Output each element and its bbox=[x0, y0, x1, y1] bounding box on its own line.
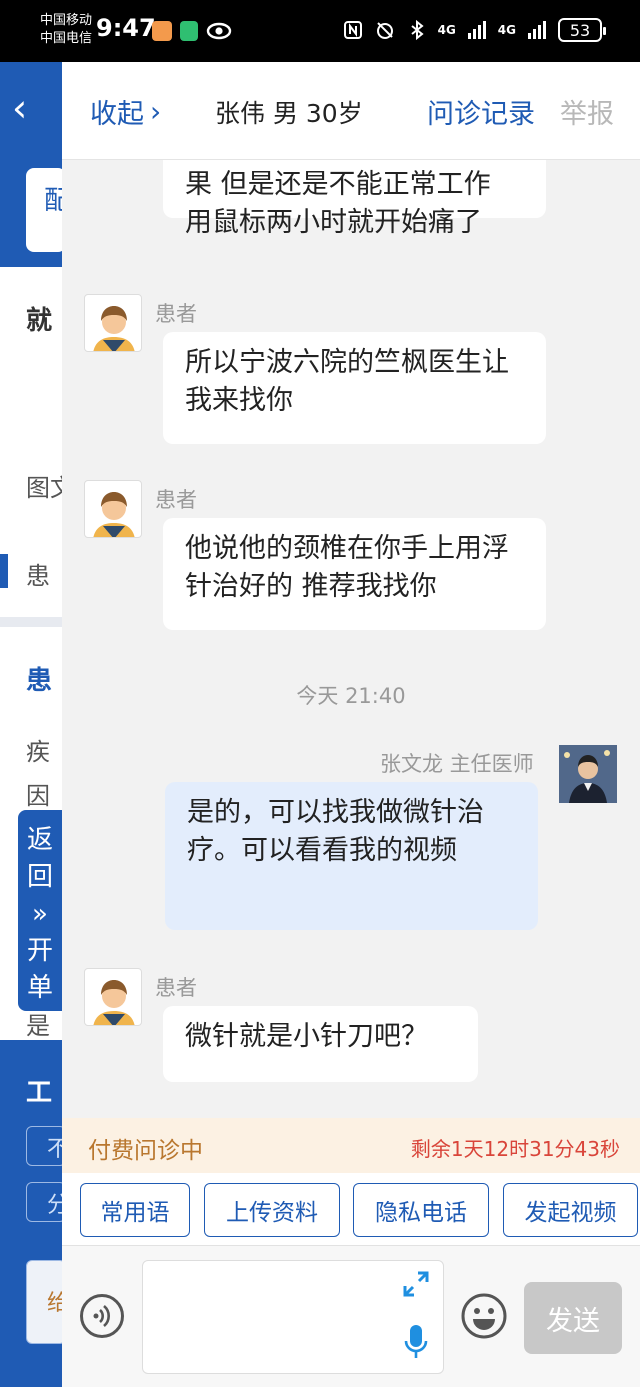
remaining-time: 剩余1天12时31分43秒 bbox=[410, 1137, 620, 1161]
status-icons: 4G 4G 53 bbox=[342, 18, 606, 42]
battery-indicator: 53 bbox=[558, 18, 606, 42]
timer-app-icon bbox=[180, 21, 198, 41]
quick-actions-bar: 常用语 上传资料 隐私电话 发起视频 bbox=[62, 1173, 640, 1245]
nfc-icon bbox=[343, 21, 362, 39]
eye-icon bbox=[206, 22, 232, 40]
float-char-4: 开 bbox=[26, 936, 53, 966]
message-3-text: 他说他的颈椎在你手上用浮针治好的 推荐我找你 bbox=[185, 533, 509, 602]
background-row-4: 疾 bbox=[26, 738, 50, 766]
expand-icon[interactable] bbox=[401, 1269, 431, 1299]
background-button-2[interactable]: 分 bbox=[26, 1182, 69, 1222]
message-5-sender: 患者 bbox=[155, 976, 197, 1000]
collapse-button[interactable]: 收起 › bbox=[90, 92, 161, 131]
emoji-icon[interactable] bbox=[460, 1292, 508, 1340]
background-card-2: 给 bbox=[26, 1260, 69, 1344]
carrier-labels: 中国移动 中国电信 bbox=[40, 12, 92, 48]
carrier-1: 中国移动 bbox=[40, 13, 93, 28]
message-2-sender: 患者 bbox=[155, 302, 197, 326]
message-list[interactable]: 果 但是还是不能正常工作 用鼠标两小时就开始痛了 患者 所以宁波六院的竺枫医生让… bbox=[62, 160, 640, 1118]
composer-bar: 发送 bbox=[62, 1245, 640, 1387]
patient-avatar[interactable] bbox=[84, 968, 142, 1026]
message-3-sender: 患者 bbox=[155, 488, 197, 512]
return-prescribe-button[interactable]: 返 回 » 开 单 bbox=[16, 808, 62, 1013]
battery-level: 53 bbox=[569, 20, 591, 40]
patient-avatar[interactable] bbox=[84, 480, 142, 538]
voice-waves bbox=[93, 1305, 110, 1327]
report-link[interactable]: 举报 bbox=[560, 92, 614, 131]
upload-materials-button[interactable]: 上传资料 bbox=[204, 1183, 340, 1237]
message-bubble-1: 果 但是还是不能正常工作 用鼠标两小时就开始痛了 bbox=[163, 160, 546, 238]
background-card: 配 bbox=[26, 168, 70, 252]
float-char-3: » bbox=[32, 899, 48, 929]
notification-app-icon bbox=[152, 21, 172, 41]
message-1-line-1: 果 但是还是不能正常工作 bbox=[185, 169, 491, 200]
float-char-1: 返 bbox=[26, 825, 53, 855]
patient-avatar[interactable] bbox=[84, 294, 142, 352]
message-2-text: 所以宁波六院的竺枫医生让我来找你 bbox=[185, 347, 509, 416]
bluetooth-icon bbox=[410, 19, 424, 41]
microphone-icon[interactable] bbox=[403, 1323, 429, 1361]
patient-title: 张伟 男 30岁 bbox=[215, 99, 363, 128]
message-bubble-5: 微针就是小针刀吧？ bbox=[163, 1006, 478, 1082]
background-row-5: 因 bbox=[26, 782, 50, 810]
payment-status-bar: 付费问诊中 剩余1天12时31分43秒 bbox=[62, 1118, 640, 1173]
patient-avatar-image bbox=[93, 306, 135, 351]
doctor-avatar[interactable] bbox=[559, 745, 617, 803]
doctor-avatar-image bbox=[559, 745, 617, 803]
signal-icon-2 bbox=[528, 21, 546, 39]
payment-status: 付费问诊中 bbox=[88, 1138, 203, 1164]
collapse-label: 收起 bbox=[90, 99, 144, 130]
status-time: 9:47 bbox=[96, 14, 156, 42]
status-bar: 中国移动 中国电信 9:47 4G 4G 53 bbox=[0, 0, 640, 62]
background-button-1[interactable]: 不 bbox=[26, 1126, 69, 1166]
chat-header: 收起 › 张伟 男 30岁 问诊记录 举报 bbox=[62, 62, 640, 160]
background-heading: 就 bbox=[26, 306, 53, 336]
background-work-title: 工 bbox=[26, 1078, 53, 1108]
message-4-sender: 张文龙 主任医师 bbox=[380, 752, 534, 776]
patient-avatar-image bbox=[93, 980, 135, 1025]
message-timestamp: 今天 21:40 bbox=[296, 684, 406, 708]
message-bubble-3: 他说他的颈椎在你手上用浮针治好的 推荐我找你 bbox=[163, 518, 546, 630]
float-char-5: 单 bbox=[26, 973, 53, 1003]
carrier-2: 中国电信 bbox=[40, 31, 93, 46]
background-row-3: 患 bbox=[26, 666, 53, 696]
common-phrases-button[interactable]: 常用语 bbox=[80, 1183, 190, 1237]
background-bottom-area: 工 不 分 给 bbox=[0, 1040, 69, 1387]
message-input[interactable] bbox=[142, 1260, 444, 1374]
voice-input-icon[interactable] bbox=[80, 1294, 124, 1338]
background-row-2: 患 bbox=[26, 562, 50, 590]
consultation-panel: 收起 › 张伟 男 30岁 问诊记录 举报 果 但是还是不能正常工作 用鼠标两小… bbox=[62, 62, 640, 1387]
network-label-1: 4G bbox=[437, 23, 456, 37]
start-video-button[interactable]: 发起视频 bbox=[503, 1183, 638, 1237]
message-4-text: 是的，可以找我做微针治疗。可以看看我的视频 bbox=[187, 797, 484, 866]
message-5-text: 微针就是小针刀吧？ bbox=[185, 1021, 428, 1052]
alarm-off-icon bbox=[376, 22, 393, 39]
network-label-2: 4G bbox=[497, 23, 516, 37]
message-bubble-2: 所以宁波六院的竺枫医生让我来找你 bbox=[163, 332, 546, 444]
background-active-marker bbox=[0, 554, 8, 588]
message-bubble-4: 是的，可以找我做微针治疗。可以看看我的视频 bbox=[165, 782, 538, 930]
send-button[interactable]: 发送 bbox=[524, 1282, 622, 1354]
signal-icon bbox=[467, 21, 486, 39]
private-call-button[interactable]: 隐私电话 bbox=[353, 1183, 489, 1237]
message-1-line-2: 用鼠标两小时就开始痛了 bbox=[185, 207, 482, 238]
back-arrow-icon[interactable]: ‹ bbox=[12, 86, 27, 130]
consultation-records-link[interactable]: 问诊记录 bbox=[427, 92, 535, 131]
patient-avatar-image bbox=[93, 492, 135, 537]
float-char-2: 回 bbox=[26, 862, 53, 892]
chevron-right-icon: › bbox=[150, 95, 162, 128]
background-section bbox=[0, 267, 62, 437]
